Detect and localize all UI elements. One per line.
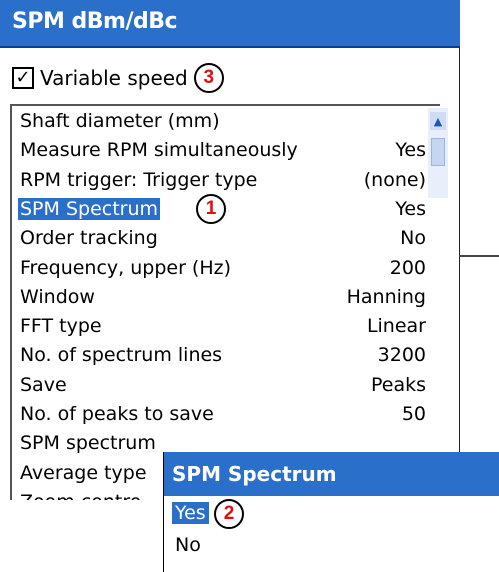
parameter-value: 3200 <box>377 344 426 367</box>
parameter-label: Frequency, upper (Hz) <box>20 256 232 279</box>
window-titlebar: SPM dBm/dBc <box>0 0 460 48</box>
parameter-label: Save <box>20 373 67 396</box>
parameter-row[interactable]: Frequency, upper (Hz) 200 <box>18 255 428 284</box>
parameter-label: Window <box>20 285 95 308</box>
parameter-label: No. of spectrum lines <box>20 344 223 367</box>
parameter-value: 200 <box>389 256 426 279</box>
parameter-label: FFT type <box>20 315 102 338</box>
parameter-value: Linear <box>366 315 426 338</box>
parameter-value: Peaks <box>370 373 426 396</box>
settings-window: SPM dBm/dBc ✓ Variable speed 3 Shaft dia… <box>0 0 460 500</box>
variable-speed-checkbox[interactable]: ✓ <box>12 67 34 89</box>
callout-badge-1: 1 <box>196 193 226 224</box>
parameter-label: Zoom contro <box>18 491 143 500</box>
parameter-row[interactable]: SPM Spectrum 1 Yes <box>18 193 428 225</box>
parameter-row[interactable]: No. of peaks to save 50 <box>18 401 428 430</box>
variable-speed-label[interactable]: Variable speed <box>40 66 188 90</box>
parameter-row[interactable]: Measure RPM simultaneously Yes <box>18 137 428 166</box>
scroll-thumb[interactable] <box>431 138 445 166</box>
parameter-row[interactable]: No. of spectrum lines 3200 <box>18 342 428 371</box>
popup-title: SPM Spectrum <box>172 462 337 486</box>
parameter-list: Shaft diameter (mm) Measure RPM simultane… <box>10 104 440 500</box>
variable-speed-row[interactable]: ✓ Variable speed 3 <box>12 58 224 98</box>
popup-option-yes[interactable]: Yes <box>172 502 209 524</box>
window-title: SPM dBm/dBc <box>12 9 178 34</box>
parameter-label: Measure RPM simultaneously <box>20 139 298 162</box>
parameter-row[interactable]: Save Peaks <box>18 372 428 401</box>
callout-badge-3: 3 <box>193 63 224 93</box>
checkmark-icon: ✓ <box>15 67 31 88</box>
parameter-value: No <box>400 227 426 250</box>
popup-titlebar: SPM Spectrum <box>164 452 499 496</box>
spm-spectrum-popup: SPM Spectrum Yes 2 No <box>163 452 499 572</box>
popup-option-yes-label: Yes <box>175 502 206 524</box>
parameter-row[interactable]: RPM trigger: Trigger type (none) <box>18 167 428 196</box>
parameter-value: 50 <box>401 403 426 425</box>
parameter-label: SPM spectrum <box>20 432 156 455</box>
scroll-up-arrow-icon[interactable]: ▲ <box>430 112 446 130</box>
parameter-label: No. of peaks to save <box>20 403 214 425</box>
popup-option-no[interactable]: No <box>172 534 204 556</box>
parameter-row[interactable]: Order tracking No <box>18 225 428 254</box>
popup-option-no-label: No <box>175 534 201 556</box>
parameter-row[interactable]: Window Hanning <box>18 284 428 313</box>
parameter-value: Yes <box>395 139 426 162</box>
parameter-label: SPM Spectrum <box>18 197 161 220</box>
parameter-value: Yes <box>395 197 426 220</box>
parameter-label: Shaft diameter (mm) <box>20 110 220 132</box>
divider-line <box>459 255 499 257</box>
parameter-label: Average type <box>20 461 147 484</box>
parameter-row[interactable]: FFT type Linear <box>18 313 428 342</box>
parameter-row[interactable]: Shaft diameter (mm) <box>18 108 428 137</box>
callout-badge-2: 2 <box>214 499 244 529</box>
parameter-value: (none) <box>363 168 426 191</box>
parameter-label: Order tracking <box>20 227 158 250</box>
parameter-value: Hanning <box>346 285 426 308</box>
parameter-label: RPM trigger: Trigger type <box>20 168 258 191</box>
